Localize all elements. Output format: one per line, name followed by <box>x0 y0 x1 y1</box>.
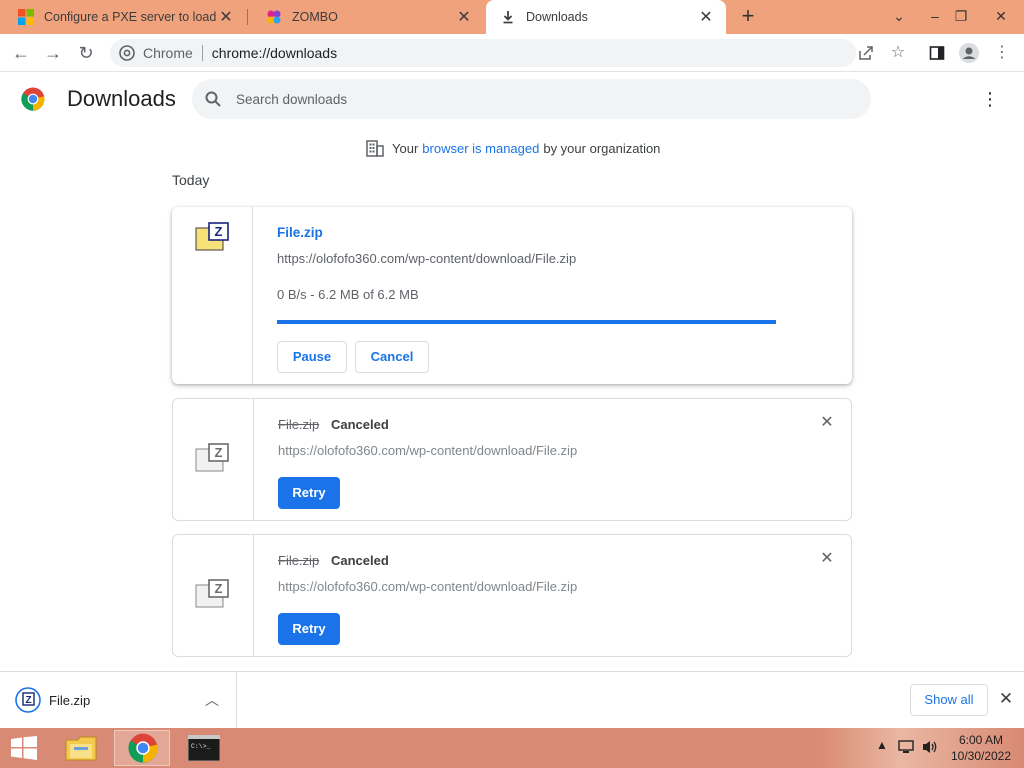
close-tab-icon[interactable]: ✕ <box>216 7 236 27</box>
profile-avatar-icon[interactable] <box>958 42 980 64</box>
restore-button[interactable]: ❐ <box>944 0 978 34</box>
close-shelf-icon[interactable]: ✕ <box>997 690 1015 708</box>
omnibox-site-label: Chrome <box>143 45 193 61</box>
tab-search-chevron-icon[interactable]: ⌄ <box>882 0 916 34</box>
microsoft-logo-icon <box>18 9 34 25</box>
download-url[interactable]: https://olofofo360.com/wp-content/downlo… <box>278 579 577 594</box>
managed-prefix: Your <box>392 141 419 156</box>
svg-text:Z: Z <box>215 445 223 460</box>
taskbar-chrome[interactable] <box>114 730 170 766</box>
chrome-logo-icon <box>21 87 45 111</box>
chrome-logo-icon <box>128 733 158 763</box>
tab-zombo[interactable]: ZOMBO ✕ <box>248 0 484 34</box>
network-icon[interactable] <box>898 739 914 758</box>
forward-arrow-icon[interactable]: → <box>40 41 66 65</box>
tab-pxe[interactable]: Configure a PXE server to load W ✕ <box>0 0 246 34</box>
tab-title: ZOMBO <box>292 10 338 24</box>
tab-title: Configure a PXE server to load W <box>44 10 216 24</box>
download-item-active: Z File.zip https://olofofo360.com/wp-con… <box>172 207 852 384</box>
shelf-download-item[interactable]: Z File.zip ︿ <box>0 672 237 728</box>
clock-date: 10/30/2022 <box>950 749 1012 763</box>
download-url[interactable]: https://olofofo360.com/wp-content/downlo… <box>278 443 577 458</box>
taskbar-command-prompt[interactable]: C:\>_ <box>176 730 232 766</box>
zombo-icon <box>267 10 281 24</box>
managed-suffix: by your organization <box>543 141 661 156</box>
new-tab-button[interactable]: + <box>736 4 760 28</box>
retry-button[interactable]: Retry <box>278 613 340 645</box>
file-icon-column: Z <box>173 535 254 656</box>
download-icon <box>503 11 513 24</box>
close-tab-icon[interactable]: ✕ <box>454 7 474 27</box>
download-status: Canceled <box>331 553 389 568</box>
show-all-button[interactable]: Show all <box>910 684 988 716</box>
download-status: Canceled <box>331 417 389 432</box>
reload-icon[interactable]: ↻ <box>73 41 99 65</box>
download-progress-bar <box>277 320 776 324</box>
retry-button[interactable]: Retry <box>278 477 340 509</box>
search-downloads-box[interactable] <box>192 79 871 119</box>
window-close-button[interactable]: ✕ <box>984 0 1018 34</box>
omnibox-divider <box>201 45 203 61</box>
terminal-icon: C:\>_ <box>187 734 221 762</box>
folder-icon <box>65 736 97 761</box>
download-item-canceled: Z File.zip Canceled ✕ https://olofofo360… <box>172 398 852 521</box>
search-input[interactable] <box>236 91 836 107</box>
browser-window: Configure a PXE server to load W ✕ ZOMBO… <box>0 0 1024 768</box>
windows-start-icon[interactable] <box>10 736 38 760</box>
browser-managed-link[interactable]: browser is managed <box>422 141 539 156</box>
side-panel-icon[interactable] <box>926 42 948 64</box>
more-actions-icon[interactable]: ⋮ <box>980 88 1000 110</box>
zip-file-icon-disabled: Z <box>195 443 229 472</box>
bookmark-star-icon[interactable]: ☆ <box>887 42 909 64</box>
svg-text:C:\>_: C:\>_ <box>191 743 211 750</box>
chrome-menu-icon[interactable]: ⋮ <box>991 42 1013 64</box>
download-shelf: Z File.zip ︿ Show all ✕ <box>0 671 1024 728</box>
share-icon[interactable] <box>855 42 877 64</box>
omnibox-url: chrome://downloads <box>211 45 338 61</box>
svg-text:Z: Z <box>25 695 31 706</box>
download-item-canceled: Z File.zip Canceled ✕ https://olofofo360… <box>172 534 852 657</box>
clock-time: 6:00 AM <box>958 733 1004 747</box>
windows-taskbar: C:\>_ ▲ 6:00 AM 10/30/2022 <box>0 728 1024 768</box>
shelf-item-filename: File.zip <box>49 693 91 708</box>
taskbar-file-explorer[interactable] <box>54 730 110 766</box>
svg-text:Z: Z <box>215 581 223 596</box>
building-icon <box>366 140 384 157</box>
download-filename-canceled: File.zip <box>278 417 320 432</box>
zip-file-icon: Z <box>15 687 41 713</box>
download-progress-fill <box>277 320 776 324</box>
svg-text:Z: Z <box>215 224 223 239</box>
remove-download-icon[interactable]: ✕ <box>819 415 835 431</box>
back-arrow-icon[interactable]: ← <box>8 41 34 65</box>
remove-download-icon[interactable]: ✕ <box>819 551 835 567</box>
downloads-header: Downloads ⋮ <box>0 72 1024 126</box>
download-filename-link[interactable]: File.zip <box>277 225 323 240</box>
download-progress-text: 0 B/s - 6.2 MB of 6.2 MB <box>277 287 419 302</box>
managed-notice: Your browser is managed by your organiza… <box>366 140 660 157</box>
search-icon <box>205 91 221 107</box>
file-icon-column: Z <box>173 399 254 520</box>
browser-toolbar: ← → ↻ Chrome chrome://downloads ☆ ⋮ <box>0 34 1024 72</box>
volume-icon[interactable] <box>921 739 939 758</box>
show-hidden-icons[interactable]: ▲ <box>876 738 888 752</box>
tab-title: Downloads <box>526 10 588 24</box>
zip-file-icon: Z <box>195 222 229 251</box>
close-tab-icon[interactable]: ✕ <box>696 7 716 27</box>
cancel-button[interactable]: Cancel <box>355 341 429 373</box>
file-icon-column: Z <box>172 207 253 384</box>
tab-strip: Configure a PXE server to load W ✕ ZOMBO… <box>0 0 1024 34</box>
zip-file-icon-disabled: Z <box>195 579 229 608</box>
system-clock[interactable]: 6:00 AM 10/30/2022 <box>944 732 1018 764</box>
download-url[interactable]: https://olofofo360.com/wp-content/downlo… <box>277 251 576 266</box>
chevron-up-icon[interactable]: ︿ <box>205 690 219 710</box>
chrome-site-icon <box>119 45 135 61</box>
download-filename-canceled: File.zip <box>278 553 320 568</box>
pause-button[interactable]: Pause <box>277 341 347 373</box>
date-section-label: Today <box>172 172 210 188</box>
page-title: Downloads <box>67 86 176 111</box>
address-bar[interactable]: Chrome chrome://downloads <box>110 39 856 67</box>
tab-downloads[interactable]: Downloads ✕ <box>486 0 726 34</box>
